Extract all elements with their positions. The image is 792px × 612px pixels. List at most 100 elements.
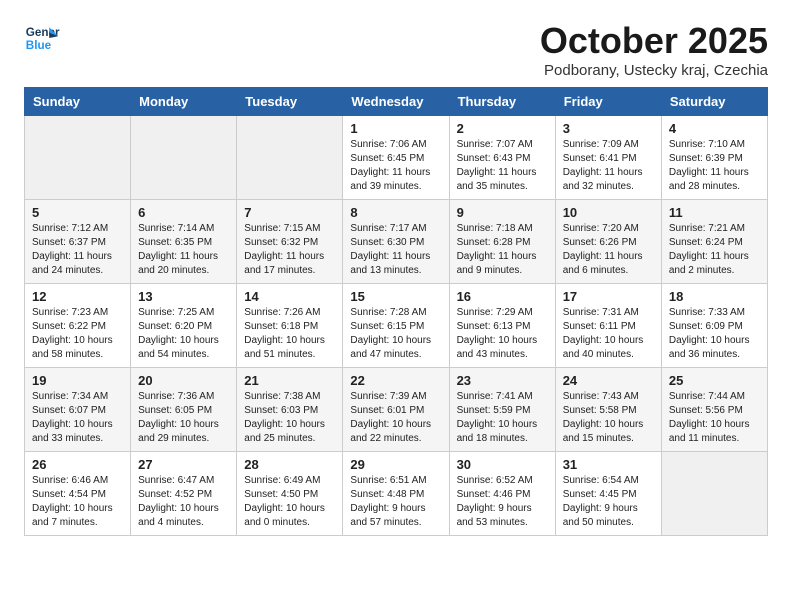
day-info: Sunrise: 6:51 AM Sunset: 4:48 PM Dayligh… — [350, 474, 441, 530]
weekday-header-tuesday: Tuesday — [237, 88, 343, 116]
day-cell: 15 Sunrise: 7:28 AM Sunset: 6:15 PM Dayli… — [343, 284, 449, 368]
logo-icon: General Blue — [24, 20, 60, 56]
day-cell: 14 Sunrise: 7:26 AM Sunset: 6:18 PM Dayli… — [237, 284, 343, 368]
day-info: Sunrise: 7:14 AM Sunset: 6:35 PM Dayligh… — [138, 222, 229, 278]
day-cell: 3 Sunrise: 7:09 AM Sunset: 6:41 PM Daylig… — [555, 116, 661, 200]
day-number: 18 — [669, 289, 760, 304]
day-number: 12 — [32, 289, 123, 304]
day-cell: 17Sunrise: 7:31 AM Sunset: 6:11 PM Dayli… — [555, 284, 661, 368]
day-number: 22 — [350, 373, 441, 388]
day-info: Sunrise: 6:52 AM Sunset: 4:46 PM Dayligh… — [457, 474, 548, 530]
day-info: Sunrise: 7:25 AM Sunset: 6:20 PM Dayligh… — [138, 306, 229, 362]
weekday-header-monday: Monday — [131, 88, 237, 116]
title-area: October 2025 Podborany, Ustecky kraj, Cz… — [540, 20, 768, 79]
day-cell — [237, 116, 343, 200]
day-cell: 4 Sunrise: 7:10 AM Sunset: 6:39 PM Daylig… — [661, 116, 767, 200]
weekday-header-wednesday: Wednesday — [343, 88, 449, 116]
day-number: 8 — [350, 205, 441, 220]
day-number: 31 — [563, 457, 654, 472]
day-number: 9 — [457, 205, 548, 220]
day-info: Sunrise: 7:39 AM Sunset: 6:01 PM Dayligh… — [350, 390, 441, 446]
day-info: Sunrise: 7:23 AM Sunset: 6:22 PM Dayligh… — [32, 306, 123, 362]
day-cell: 26 Sunrise: 6:46 AM Sunset: 4:54 PM Dayli… — [25, 452, 131, 536]
day-info: Sunrise: 7:09 AM Sunset: 6:41 PM Dayligh… — [563, 138, 654, 194]
day-number: 13 — [138, 289, 229, 304]
day-cell: 8 Sunrise: 7:17 AM Sunset: 6:30 PM Daylig… — [343, 200, 449, 284]
day-cell: 29 Sunrise: 6:51 AM Sunset: 4:48 PM Dayli… — [343, 452, 449, 536]
day-info: Sunrise: 7:12 AM Sunset: 6:37 PM Dayligh… — [32, 222, 123, 278]
day-number: 27 — [138, 457, 229, 472]
day-info: Sunrise: 6:46 AM Sunset: 4:54 PM Dayligh… — [32, 474, 123, 530]
day-info: Sunrise: 7:33 AM Sunset: 6:09 PM Dayligh… — [669, 306, 760, 362]
day-cell: 6 Sunrise: 7:14 AM Sunset: 6:35 PM Daylig… — [131, 200, 237, 284]
page-header: General Blue October 2025 Podborany, Ust… — [24, 20, 768, 79]
day-info: Sunrise: 6:54 AM Sunset: 4:45 PM Dayligh… — [563, 474, 654, 530]
day-cell: 27Sunrise: 6:47 AM Sunset: 4:52 PM Dayli… — [131, 452, 237, 536]
day-cell: 30 Sunrise: 6:52 AM Sunset: 4:46 PM Dayli… — [449, 452, 555, 536]
day-number: 10 — [563, 205, 654, 220]
day-cell: 21 Sunrise: 7:38 AM Sunset: 6:03 PM Dayli… — [237, 368, 343, 452]
day-number: 2 — [457, 121, 548, 136]
day-info: Sunrise: 7:21 AM Sunset: 6:24 PM Dayligh… — [669, 222, 760, 278]
day-cell: 23Sunrise: 7:41 AM Sunset: 5:59 PM Dayli… — [449, 368, 555, 452]
month-title: October 2025 — [540, 20, 768, 62]
day-cell — [25, 116, 131, 200]
day-info: Sunrise: 7:41 AM Sunset: 5:59 PM Dayligh… — [457, 390, 548, 446]
day-info: Sunrise: 7:34 AM Sunset: 6:07 PM Dayligh… — [32, 390, 123, 446]
day-cell: 31 Sunrise: 6:54 AM Sunset: 4:45 PM Dayli… — [555, 452, 661, 536]
day-number: 26 — [32, 457, 123, 472]
location-title: Podborany, Ustecky kraj, Czechia — [540, 62, 768, 79]
day-number: 11 — [669, 205, 760, 220]
day-number: 16 — [457, 289, 548, 304]
day-cell: 22 Sunrise: 7:39 AM Sunset: 6:01 PM Dayli… — [343, 368, 449, 452]
day-cell: 25Sunrise: 7:44 AM Sunset: 5:56 PM Dayli… — [661, 368, 767, 452]
day-info: Sunrise: 7:43 AM Sunset: 5:58 PM Dayligh… — [563, 390, 654, 446]
day-cell: 12 Sunrise: 7:23 AM Sunset: 6:22 PM Dayli… — [25, 284, 131, 368]
day-info: Sunrise: 7:28 AM Sunset: 6:15 PM Dayligh… — [350, 306, 441, 362]
day-number: 14 — [244, 289, 335, 304]
day-cell: 1Sunrise: 7:06 AM Sunset: 6:45 PM Daylig… — [343, 116, 449, 200]
day-cell: 9 Sunrise: 7:18 AM Sunset: 6:28 PM Daylig… — [449, 200, 555, 284]
day-info: Sunrise: 7:10 AM Sunset: 6:39 PM Dayligh… — [669, 138, 760, 194]
day-cell — [661, 452, 767, 536]
day-number: 3 — [563, 121, 654, 136]
calendar-table: SundayMondayTuesdayWednesdayThursdayFrid… — [24, 87, 768, 536]
day-info: Sunrise: 6:49 AM Sunset: 4:50 PM Dayligh… — [244, 474, 335, 530]
day-info: Sunrise: 7:18 AM Sunset: 6:28 PM Dayligh… — [457, 222, 548, 278]
day-cell: 16Sunrise: 7:29 AM Sunset: 6:13 PM Dayli… — [449, 284, 555, 368]
day-number: 20 — [138, 373, 229, 388]
day-info: Sunrise: 7:17 AM Sunset: 6:30 PM Dayligh… — [350, 222, 441, 278]
day-info: Sunrise: 7:36 AM Sunset: 6:05 PM Dayligh… — [138, 390, 229, 446]
day-number: 24 — [563, 373, 654, 388]
weekday-header-row: SundayMondayTuesdayWednesdayThursdayFrid… — [25, 88, 768, 116]
day-number: 5 — [32, 205, 123, 220]
week-row-2: 5 Sunrise: 7:12 AM Sunset: 6:37 PM Daylig… — [25, 200, 768, 284]
week-row-4: 19 Sunrise: 7:34 AM Sunset: 6:07 PM Dayli… — [25, 368, 768, 452]
day-cell: 11 Sunrise: 7:21 AM Sunset: 6:24 PM Dayli… — [661, 200, 767, 284]
day-info: Sunrise: 7:26 AM Sunset: 6:18 PM Dayligh… — [244, 306, 335, 362]
weekday-header-friday: Friday — [555, 88, 661, 116]
day-info: Sunrise: 7:31 AM Sunset: 6:11 PM Dayligh… — [563, 306, 654, 362]
logo: General Blue — [24, 20, 60, 56]
weekday-header-saturday: Saturday — [661, 88, 767, 116]
day-number: 30 — [457, 457, 548, 472]
day-number: 15 — [350, 289, 441, 304]
day-number: 4 — [669, 121, 760, 136]
weekday-header-thursday: Thursday — [449, 88, 555, 116]
day-number: 21 — [244, 373, 335, 388]
day-info: Sunrise: 7:07 AM Sunset: 6:43 PM Dayligh… — [457, 138, 548, 194]
svg-text:General: General — [26, 26, 60, 39]
week-row-3: 12 Sunrise: 7:23 AM Sunset: 6:22 PM Dayli… — [25, 284, 768, 368]
day-number: 6 — [138, 205, 229, 220]
day-cell: 13 Sunrise: 7:25 AM Sunset: 6:20 PM Dayli… — [131, 284, 237, 368]
day-number: 19 — [32, 373, 123, 388]
day-cell: 10 Sunrise: 7:20 AM Sunset: 6:26 PM Dayli… — [555, 200, 661, 284]
day-info: Sunrise: 7:38 AM Sunset: 6:03 PM Dayligh… — [244, 390, 335, 446]
day-number: 25 — [669, 373, 760, 388]
day-cell: 2 Sunrise: 7:07 AM Sunset: 6:43 PM Daylig… — [449, 116, 555, 200]
day-info: Sunrise: 7:15 AM Sunset: 6:32 PM Dayligh… — [244, 222, 335, 278]
day-number: 29 — [350, 457, 441, 472]
day-number: 7 — [244, 205, 335, 220]
day-cell: 20 Sunrise: 7:36 AM Sunset: 6:05 PM Dayli… — [131, 368, 237, 452]
day-info: Sunrise: 7:20 AM Sunset: 6:26 PM Dayligh… — [563, 222, 654, 278]
